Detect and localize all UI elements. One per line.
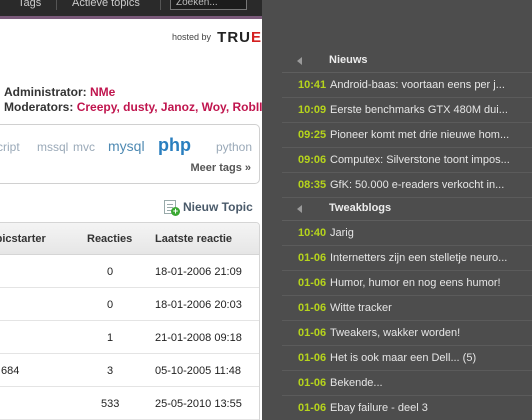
topics-table: Topicstarter Reacties Laatste reactie 0 … — [0, 222, 260, 420]
blog-time: 01-06 — [298, 327, 327, 339]
table-row[interactable]: 1 21-01-2008 09:18 — [0, 321, 259, 354]
news-time: 09:06 — [298, 154, 327, 166]
reply-count: 0 — [107, 299, 114, 311]
table-row[interactable]: 684 3 05-10-2005 11:48 — [0, 354, 259, 387]
blog-time: 01-06 — [298, 252, 327, 264]
blog-title-link[interactable]: Ebay failure - deel 3 — [330, 402, 532, 414]
hosted-by-label: hosted by — [171, 32, 211, 42]
blog-title-link[interactable]: Het is ook maar een Dell... (5) — [330, 352, 532, 364]
news-title-link[interactable]: Eerste benchmarks GTX 480M dui... — [330, 104, 532, 116]
more-tags-link[interactable]: Meer tags » — [190, 162, 251, 174]
last-reply-date[interactable]: 18-01-2006 21:09 — [155, 266, 242, 278]
blog-title-link[interactable]: Tweakers, wakker worden! — [330, 327, 532, 339]
blog-title-link[interactable]: Witte tracker — [330, 302, 532, 314]
news-title-link[interactable]: Pioneer komt met drie nieuwe hom... — [330, 129, 532, 141]
tag-cloud: script mssql mvc mysql php python Meer t… — [0, 124, 260, 184]
blog-title-link[interactable]: Internetters zijn een stelletje neuro... — [330, 252, 532, 264]
reply-count: 0 — [107, 266, 114, 278]
admin-label: Administrator: — [4, 85, 87, 99]
moderator-names-links[interactable]: Creepy, dusty, Janoz, Woy, RobIII — [77, 100, 262, 114]
section-title: Nieuws — [329, 54, 368, 66]
blog-title-link[interactable]: Humor, humor en nog eens humor! — [330, 277, 532, 289]
table-row[interactable]: 0 18-01-2006 21:09 — [0, 255, 259, 288]
new-topic-label: Nieuw Topic — [183, 200, 253, 214]
blog-item[interactable]: 01-06 Internetters zijn een stelletje ne… — [282, 246, 532, 271]
forum-top-bar: Tags Actieve topics Zoeken... — [0, 0, 262, 19]
true-logo[interactable]: TRUE — [217, 29, 262, 46]
search-input[interactable]: Zoeken... — [170, 0, 247, 10]
reply-count: 1 — [107, 332, 114, 344]
sidebar: Nieuws 10:41 Android-baas: voortaan eens… — [262, 0, 532, 420]
reply-count: 533 — [101, 398, 120, 410]
last-reply-date[interactable]: 21-01-2008 09:18 — [155, 332, 242, 344]
table-header: Topicstarter Reacties Laatste reactie — [0, 223, 259, 255]
collapse-arrow-icon[interactable] — [297, 57, 302, 65]
blog-item[interactable]: 01-06 Het is ook maar een Dell... (5) — [282, 346, 532, 371]
col-last-reply[interactable]: Laatste reactie — [155, 233, 232, 245]
blog-item[interactable]: 01-06 Witte tracker — [282, 296, 532, 321]
blog-title-link[interactable]: Bekende... — [330, 377, 532, 389]
forum-staff: Administrator: NMe Moderators: Creepy, d… — [4, 85, 262, 115]
news-time: 09:25 — [298, 129, 327, 141]
moderators-label: Moderators: — [4, 100, 74, 114]
col-topicstarter[interactable]: Topicstarter — [0, 233, 46, 245]
news-item[interactable]: 08:35 GfK: 50.000 e-readers verkocht in.… — [282, 173, 532, 198]
forum-pane: Tags Actieve topics Zoeken... hosted by … — [0, 0, 262, 420]
news-item[interactable]: 10:09 Eerste benchmarks GTX 480M dui... — [282, 98, 532, 123]
topic-starter[interactable]: 684 — [1, 365, 19, 377]
news-time: 10:09 — [298, 104, 327, 116]
tags-tab[interactable]: Tags — [18, 0, 41, 10]
blog-item[interactable]: 01-06 Bekende... — [282, 371, 532, 396]
tweakblogs-section-header[interactable]: Tweakblogs — [282, 199, 532, 221]
blog-time: 10:40 — [298, 227, 327, 239]
admin-name-link[interactable]: NMe — [90, 85, 115, 99]
tab-divider — [160, 0, 161, 10]
news-title-link[interactable]: GfK: 50.000 e-readers verkocht in... — [330, 179, 532, 191]
blog-item[interactable]: 01-06 Tweakers, wakker worden! — [282, 321, 532, 346]
tab-divider — [56, 0, 57, 10]
active-topics-tab[interactable]: Actieve topics — [72, 0, 140, 10]
tag-link[interactable]: php — [158, 135, 191, 156]
col-replies[interactable]: Reacties — [87, 233, 132, 245]
news-section-header[interactable]: Nieuws — [282, 51, 532, 73]
table-row[interactable]: 533 25-05-2010 13:55 — [0, 387, 259, 420]
blog-time: 01-06 — [298, 377, 327, 389]
news-title-link[interactable]: Computex: Silverstone toont impos... — [330, 154, 532, 166]
news-item[interactable]: 10:41 Android-baas: voortaan eens per j.… — [282, 73, 532, 98]
news-item[interactable]: 09:25 Pioneer komt met drie nieuwe hom..… — [282, 123, 532, 148]
collapse-arrow-icon[interactable] — [297, 205, 302, 213]
reply-count: 3 — [107, 365, 114, 377]
blog-time: 01-06 — [298, 302, 327, 314]
tag-link[interactable]: script — [0, 140, 20, 154]
plus-icon: + — [171, 206, 180, 216]
last-reply-date[interactable]: 18-01-2006 20:03 — [155, 299, 242, 311]
moderators-line: Moderators: Creepy, dusty, Janoz, Woy, R… — [4, 100, 262, 115]
tag-link[interactable]: mvc — [73, 140, 95, 154]
news-time: 08:35 — [298, 179, 327, 191]
news-title-link[interactable]: Android-baas: voortaan eens per j... — [330, 79, 532, 91]
last-reply-date[interactable]: 05-10-2005 11:48 — [155, 365, 241, 377]
tag-link[interactable]: mysql — [108, 138, 145, 154]
blog-title-link[interactable]: Jarig — [330, 227, 532, 239]
section-title: Tweakblogs — [329, 202, 392, 214]
blog-item[interactable]: 10:40 Jarig — [282, 221, 532, 246]
blog-item[interactable]: 01-06 Ebay failure - deel 3 — [282, 396, 532, 420]
admin-line: Administrator: NMe — [4, 85, 262, 100]
last-reply-date[interactable]: 25-05-2010 13:55 — [155, 398, 242, 410]
news-time: 10:41 — [298, 79, 327, 91]
blog-time: 01-06 — [298, 402, 327, 414]
tag-link[interactable]: python — [216, 140, 252, 154]
blog-time: 01-06 — [298, 277, 327, 289]
blog-time: 01-06 — [298, 352, 327, 364]
table-row[interactable]: 0 18-01-2006 20:03 — [0, 288, 259, 321]
tag-link[interactable]: mssql — [37, 140, 68, 154]
news-item[interactable]: 09:06 Computex: Silverstone toont impos.… — [282, 148, 532, 173]
blog-item[interactable]: 01-06 Humor, humor en nog eens humor! — [282, 271, 532, 296]
